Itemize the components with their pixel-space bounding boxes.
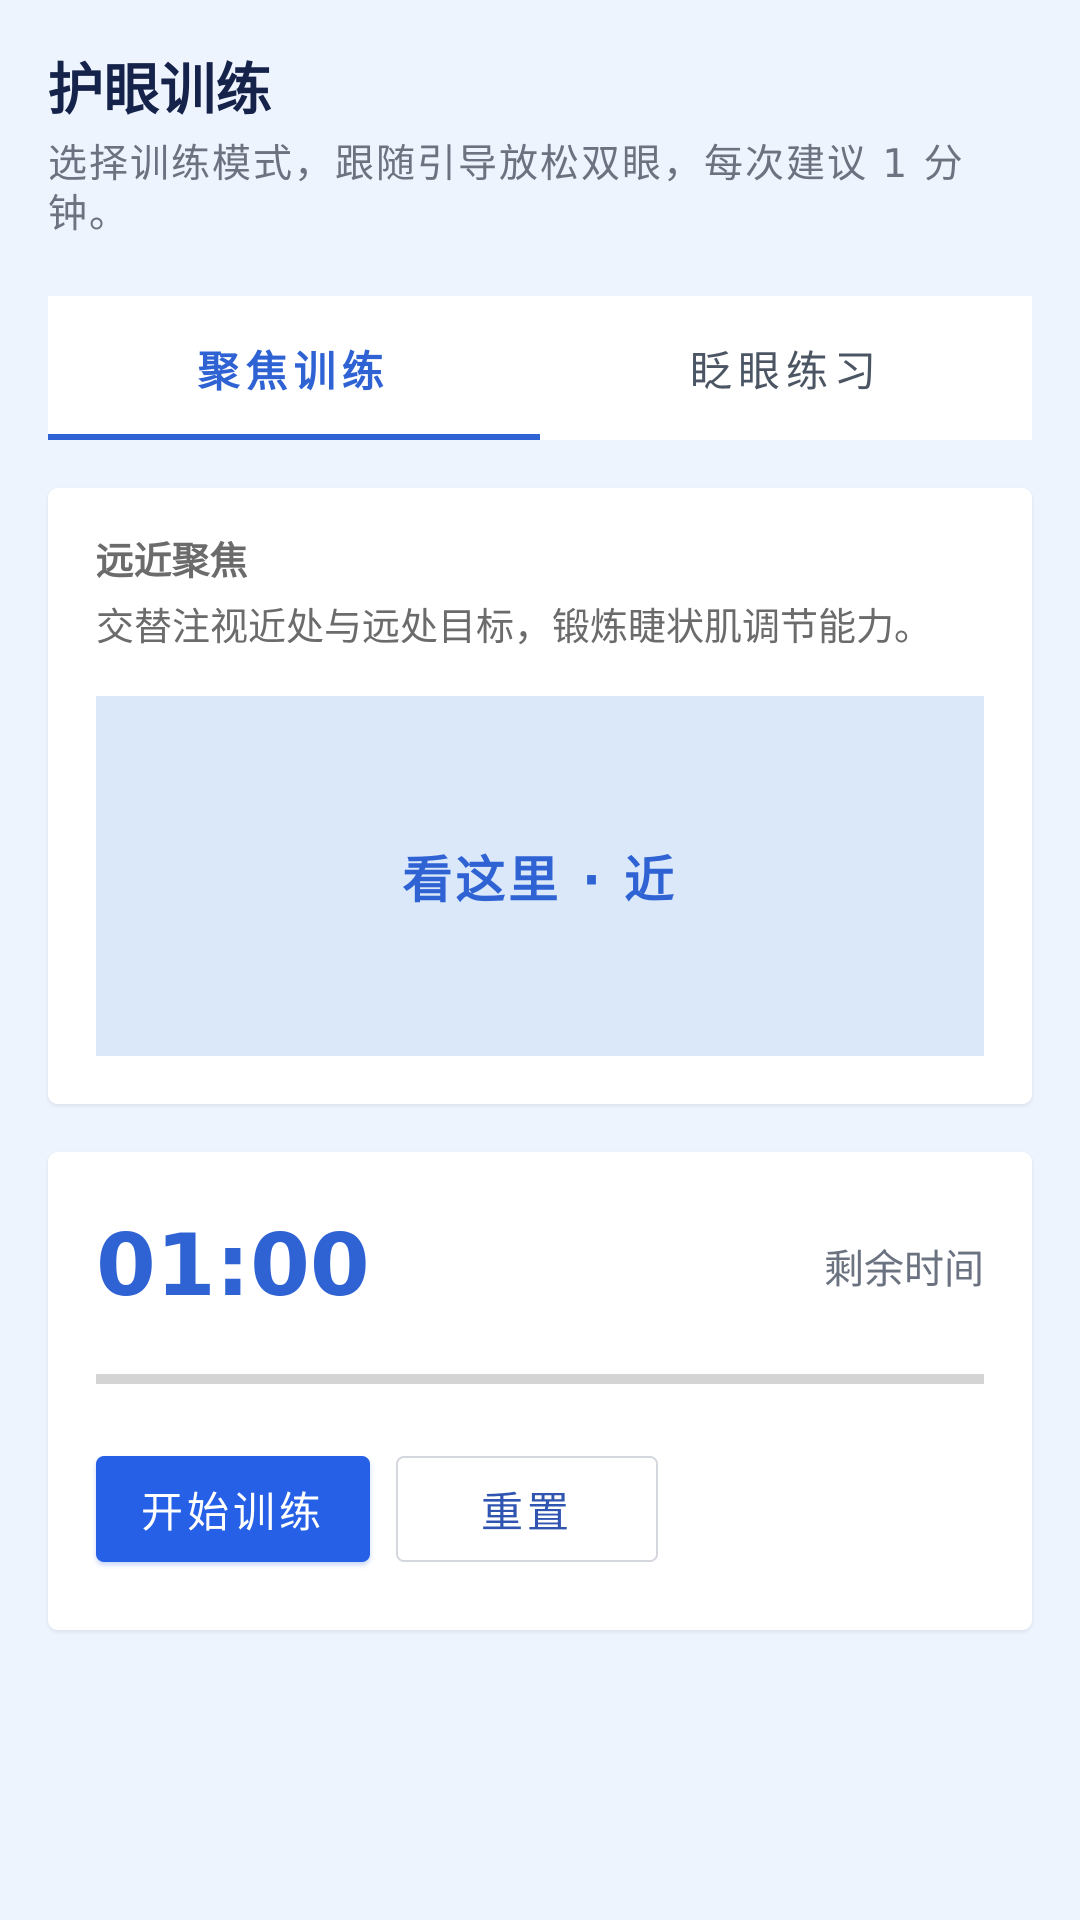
tab-blink-practice[interactable]: 眨眼练习 [540, 296, 1032, 440]
timer-countdown: 01:00 [96, 1216, 370, 1316]
page-subtitle: 选择训练模式，跟随引导放松双眼，每次建议 1 分钟。 [48, 142, 965, 237]
page-title: 护眼训练 [48, 58, 272, 123]
mode-tabs: 聚焦训练 眨眼练习 [48, 296, 1032, 440]
exercise-title: 远近聚焦 [96, 539, 249, 583]
header: 护眼训练 选择训练模式，跟随引导放松双眼，每次建议 1 分钟。 [48, 0, 1032, 240]
reset-button[interactable]: 重置 [396, 1456, 658, 1562]
eye-care-page: 护眼训练 选择训练模式，跟随引导放松双眼，每次建议 1 分钟。 聚焦训练 眨眼练… [0, 0, 1080, 1920]
focus-target-label: 看这里 · 近 [402, 851, 678, 909]
timer-caption: 剩余时间 [824, 1247, 984, 1293]
start-training-button[interactable]: 开始训练 [96, 1456, 370, 1562]
exercise-card: 远近聚焦 交替注视近处与远处目标，锻炼睫状肌调节能力。 看这里 · 近 [48, 488, 1032, 1104]
action-buttons: 开始训练 重置 [96, 1456, 984, 1562]
timer-card: 01:00 剩余时间 开始训练 重置 [48, 1152, 1032, 1630]
exercise-description: 交替注视近处与远处目标，锻炼睫状肌调节能力。 [96, 605, 933, 649]
focus-target-area: 看这里 · 近 [96, 696, 984, 1056]
tab-focus-training[interactable]: 聚焦训练 [48, 296, 540, 440]
timer-row: 01:00 剩余时间 [96, 1216, 984, 1316]
progress-bar [96, 1374, 984, 1384]
